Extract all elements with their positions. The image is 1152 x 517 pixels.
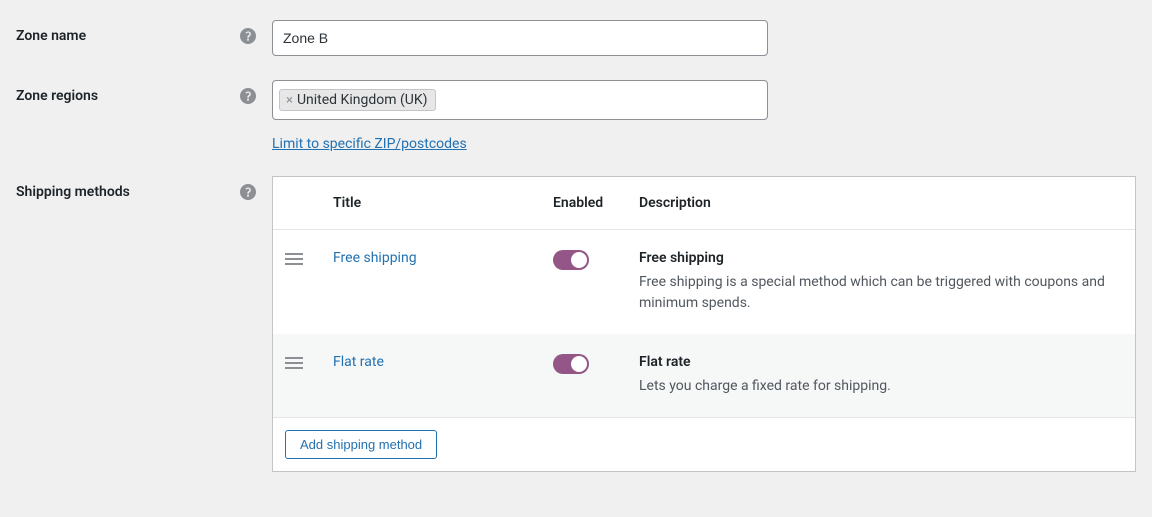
shipping-methods-table: Title Enabled Description: [272, 176, 1136, 472]
add-shipping-method-button[interactable]: Add shipping method: [285, 430, 437, 459]
enabled-toggle[interactable]: [553, 250, 589, 270]
zone-name-label: Zone name: [16, 28, 86, 44]
close-icon[interactable]: ×: [286, 93, 293, 108]
zone-regions-label: Zone regions: [16, 88, 98, 104]
region-tag[interactable]: × United Kingdom (UK): [279, 89, 436, 111]
enabled-toggle[interactable]: [553, 354, 589, 374]
table-row: Free shipping Free shipping Free shippin…: [273, 230, 1135, 335]
method-desc-title: Flat rate: [639, 354, 1123, 370]
method-desc-text: Free shipping is a special method which …: [639, 272, 1123, 314]
method-title-link[interactable]: Free shipping: [333, 250, 417, 266]
zone-regions-select[interactable]: × United Kingdom (UK): [272, 80, 768, 120]
shipping-methods-label: Shipping methods: [16, 184, 130, 200]
table-header-title: Title: [321, 177, 541, 230]
drag-handle-icon[interactable]: [285, 354, 303, 370]
method-desc-text: Lets you charge a fixed rate for shippin…: [639, 376, 1123, 397]
region-tag-label: United Kingdom (UK): [297, 92, 428, 108]
table-row: Flat rate Flat rate Lets you charge a fi…: [273, 334, 1135, 417]
help-icon[interactable]: [240, 88, 256, 104]
method-title-link[interactable]: Flat rate: [333, 354, 384, 370]
method-desc-title: Free shipping: [639, 250, 1123, 266]
table-header-description: Description: [627, 177, 1135, 230]
table-header-enabled: Enabled: [541, 177, 627, 230]
zone-name-input[interactable]: [272, 20, 768, 56]
drag-handle-icon[interactable]: [285, 250, 303, 266]
limit-postcodes-link[interactable]: Limit to specific ZIP/postcodes: [272, 136, 467, 152]
help-icon[interactable]: [240, 184, 256, 200]
help-icon[interactable]: [240, 28, 256, 44]
